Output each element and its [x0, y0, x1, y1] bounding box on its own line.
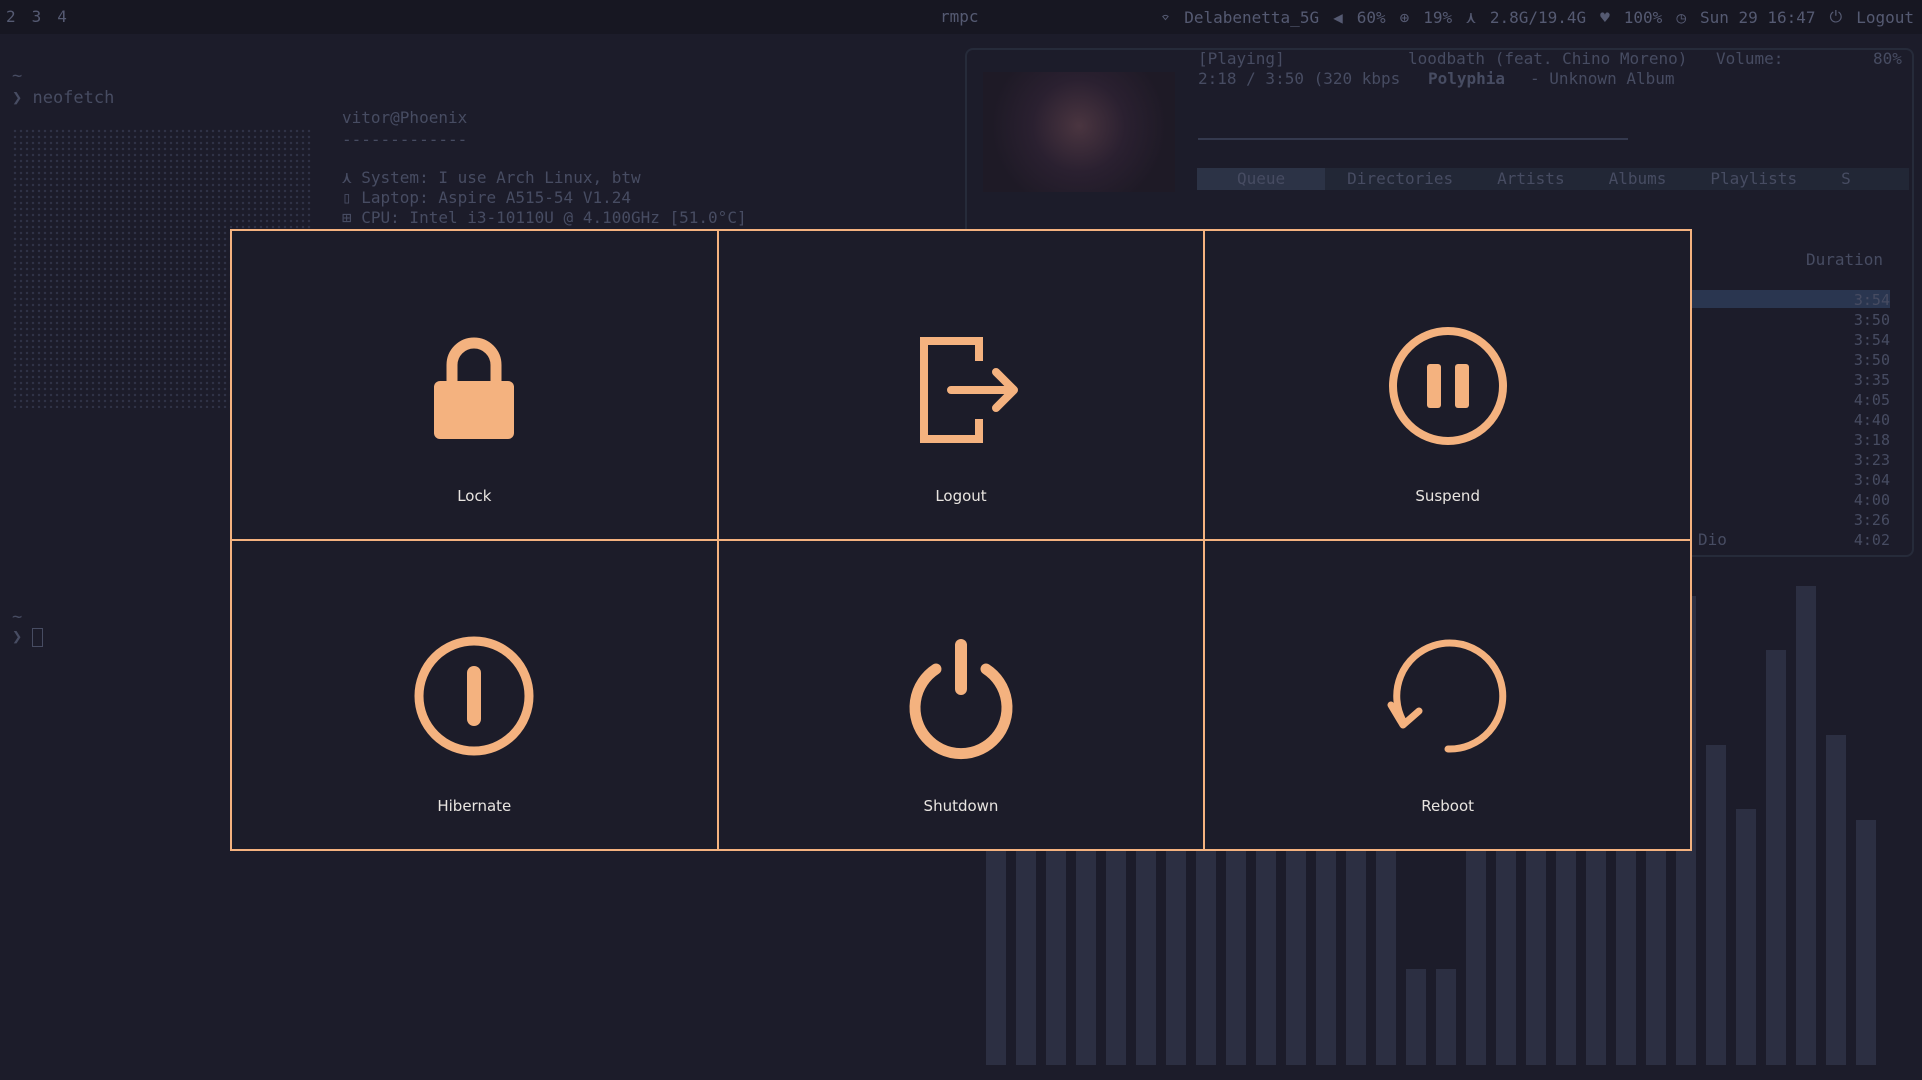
- reboot-button[interactable]: Reboot: [1204, 540, 1691, 850]
- visualizer-bar: [1706, 745, 1726, 1065]
- lock-button[interactable]: Lock: [231, 230, 718, 540]
- hibernate-icon: [414, 636, 534, 756]
- reboot-icon: [1387, 639, 1506, 753]
- system-info: ⋏ System: I use Arch Linux, btw: [342, 168, 641, 187]
- prompt-command: ❯ neofetch: [12, 88, 115, 108]
- logout-icon: [919, 337, 1018, 443]
- lock-label: Lock: [457, 487, 492, 505]
- cpu-info: ⊞ CPU: Intel i3-10110U @ 4.100GHz [51.0°…: [342, 208, 747, 227]
- visualizer-bar: [1736, 809, 1756, 1065]
- power-icon: [909, 639, 1013, 760]
- visualizer-bar: [1766, 650, 1786, 1065]
- visualizer-bar: [1796, 586, 1816, 1065]
- workspace-2[interactable]: 2: [6, 7, 16, 26]
- reboot-label: Reboot: [1421, 797, 1475, 815]
- logout-label: Logout: [935, 487, 987, 505]
- prompt2[interactable]: ❯: [12, 627, 44, 647]
- lock-icon: [434, 337, 515, 439]
- hibernate-button[interactable]: Hibernate: [231, 540, 718, 850]
- laptop-icon: ▯: [342, 188, 362, 207]
- visualizer-bar: [1856, 820, 1876, 1065]
- window-title: rmpc: [940, 7, 979, 26]
- user-host: vitor@Phoenix: [342, 108, 468, 127]
- visualizer-bar: [1406, 969, 1426, 1065]
- prompt-tilde: ~: [12, 66, 23, 86]
- shutdown-label: Shutdown: [923, 797, 999, 815]
- chip-icon: ⊞: [342, 208, 362, 227]
- visualizer-bar: [1436, 969, 1456, 1065]
- logout-button[interactable]: Logout: [717, 230, 1205, 540]
- hibernate-label: Hibernate: [437, 797, 512, 815]
- workspace-3[interactable]: 3: [32, 7, 42, 26]
- prompt2-tilde: ~: [12, 607, 23, 627]
- neofetch-separator: -------------: [342, 130, 468, 149]
- cursor: [32, 627, 44, 647]
- workspace-switcher: 2 3 4: [6, 7, 67, 26]
- suspend-label: Suspend: [1415, 487, 1480, 505]
- shutdown-button[interactable]: Shutdown: [717, 540, 1205, 850]
- laptop-info: ▯ Laptop: Aspire A515-54 V1.24: [342, 188, 631, 207]
- arch-icon: ⋏: [342, 168, 362, 187]
- visualizer-bar: [1826, 735, 1846, 1065]
- pause-circle-icon: [1388, 327, 1507, 445]
- power-menu: Lock Logout Suspend Hibernate Shutdown R…: [230, 229, 1692, 851]
- suspend-button[interactable]: Suspend: [1204, 230, 1691, 540]
- workspace-4[interactable]: 4: [57, 7, 67, 26]
